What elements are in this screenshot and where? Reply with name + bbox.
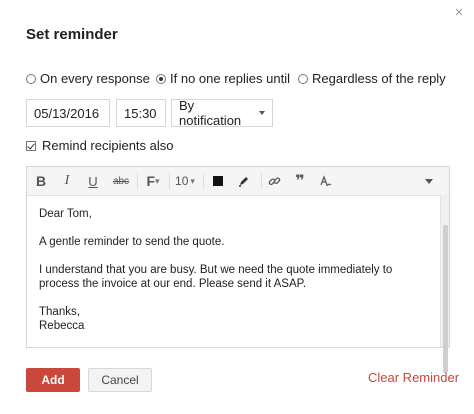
message-signature: Rebecca — [39, 320, 85, 332]
checkbox-label: Remind recipients also — [42, 138, 174, 153]
bold-button[interactable]: B — [31, 167, 51, 195]
radio-circle-icon — [26, 73, 36, 84]
message-editor: B I U abc F ▾ 10 ▾ ❞ Dear Tom, A gentle … — [26, 166, 450, 373]
message-greeting: Dear Tom, — [39, 208, 92, 220]
highlighter-icon — [239, 177, 248, 187]
notification-method-select[interactable]: By notification — [171, 98, 273, 128]
color-swatch-icon — [213, 176, 223, 186]
chevron-down-icon — [425, 178, 433, 184]
select-value: By notification — [179, 98, 242, 128]
add-button[interactable]: Add — [26, 368, 80, 392]
message-line: I understand that you are busy. But we n… — [39, 264, 393, 290]
clear-format-button[interactable] — [315, 167, 337, 195]
link-icon — [268, 176, 280, 185]
close-icon[interactable]: × — [452, 5, 466, 20]
editor-toolbar: B I U abc F ▾ 10 ▾ ❞ — [27, 167, 449, 196]
time-field[interactable]: 15:30 — [116, 99, 166, 127]
radio-if-no-one-replies[interactable]: If no one replies until — [156, 71, 290, 86]
text-color-button[interactable] — [207, 167, 229, 195]
date-value: 05/13/2016 — [34, 105, 100, 121]
more-options-button[interactable] — [419, 167, 439, 195]
message-line: A gentle reminder to send the quote. — [39, 236, 225, 248]
radio-label: Regardless of the reply — [312, 71, 446, 86]
radio-label: If no one replies until — [170, 71, 290, 86]
toolbar-divider — [169, 173, 170, 189]
chevron-down-icon — [259, 111, 265, 115]
editor-scrollbar[interactable] — [440, 195, 449, 373]
font-size-value: 10 — [175, 174, 189, 188]
cancel-button[interactable]: Cancel — [88, 368, 152, 392]
underline-button[interactable]: U — [83, 167, 103, 195]
radio-regardless-of-reply[interactable]: Regardless of the reply — [298, 71, 446, 86]
highlight-button[interactable] — [233, 167, 255, 195]
reminder-condition-group: On every response If no one replies unti… — [26, 71, 454, 89]
chevron-down-icon: ▾ — [155, 175, 160, 186]
radio-on-every-response[interactable]: On every response — [26, 71, 150, 86]
remind-recipients-checkbox[interactable]: Remind recipients also — [26, 138, 174, 153]
font-size-button[interactable]: 10 ▾ — [171, 167, 199, 195]
checkbox-checked-icon — [26, 140, 36, 151]
clear-format-icon — [320, 174, 332, 186]
time-value: 15:30 — [124, 105, 157, 121]
toolbar-divider — [203, 173, 204, 189]
strikethrough-button[interactable]: abc — [109, 167, 133, 195]
radio-label: On every response — [40, 71, 150, 86]
link-button[interactable] — [263, 167, 285, 195]
dialog-title: Set reminder — [26, 26, 118, 43]
message-closing: Thanks, — [39, 306, 80, 318]
toolbar-divider — [137, 173, 138, 189]
toolbar-divider — [261, 173, 262, 189]
italic-button[interactable]: I — [57, 167, 77, 195]
quote-button[interactable]: ❞ — [289, 167, 311, 195]
date-field[interactable]: 05/13/2016 — [26, 99, 110, 127]
radio-circle-icon — [298, 73, 308, 84]
scrollbar-thumb[interactable] — [443, 225, 448, 373]
font-icon: F — [146, 173, 156, 189]
chevron-down-icon: ▾ — [190, 175, 195, 186]
radio-circle-selected-icon — [156, 73, 166, 84]
clear-reminder-link[interactable]: Clear Reminder — [368, 370, 459, 385]
message-body[interactable]: Dear Tom, A gentle reminder to send the … — [39, 207, 433, 333]
font-family-button[interactable]: F ▾ — [141, 167, 165, 195]
